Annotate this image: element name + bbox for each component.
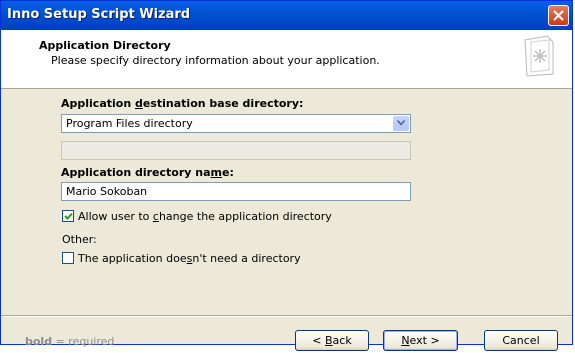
page-title: Application Directory <box>39 39 171 52</box>
no-directory-checkbox[interactable] <box>62 252 74 264</box>
back-button[interactable]: < Back <box>295 330 369 351</box>
directory-name-label: Application directory name: <box>61 166 234 179</box>
directory-name-value: Mario Sokoban <box>66 185 148 198</box>
footer-separator <box>1 315 572 317</box>
document-sparkle-icon <box>524 35 554 77</box>
cancel-button[interactable]: Cancel <box>484 330 558 351</box>
base-directory-label: Application destination base directory: <box>61 97 304 110</box>
wizard-header: Application Directory Please specify dir… <box>1 30 572 89</box>
other-label: Other: <box>62 233 97 246</box>
close-button[interactable] <box>548 5 569 26</box>
no-directory-label[interactable]: The application doesn't need a directory <box>78 252 301 265</box>
wizard-window: Inno Setup Script Wizard Application Dir… <box>0 0 573 351</box>
allow-change-label[interactable]: Allow user to change the application dir… <box>78 210 332 223</box>
close-x-icon <box>553 10 564 21</box>
allow-change-checkbox[interactable] <box>62 210 74 222</box>
base-directory-value: Program Files directory <box>66 117 193 130</box>
base-directory-select[interactable]: Program Files directory <box>61 114 411 133</box>
dropdown-button[interactable] <box>393 116 409 131</box>
checkmark-icon <box>64 212 73 220</box>
page-subtitle: Please specify directory information abo… <box>51 54 380 67</box>
directory-name-input[interactable]: Mario Sokoban <box>61 182 411 201</box>
window-title: Inno Setup Script Wizard <box>7 7 191 22</box>
required-note: bold = required <box>25 335 115 348</box>
title-bar[interactable]: Inno Setup Script Wizard <box>1 1 572 30</box>
next-button[interactable]: Next > <box>383 330 458 351</box>
chevron-down-icon <box>397 120 405 126</box>
custom-directory-input <box>61 141 411 160</box>
